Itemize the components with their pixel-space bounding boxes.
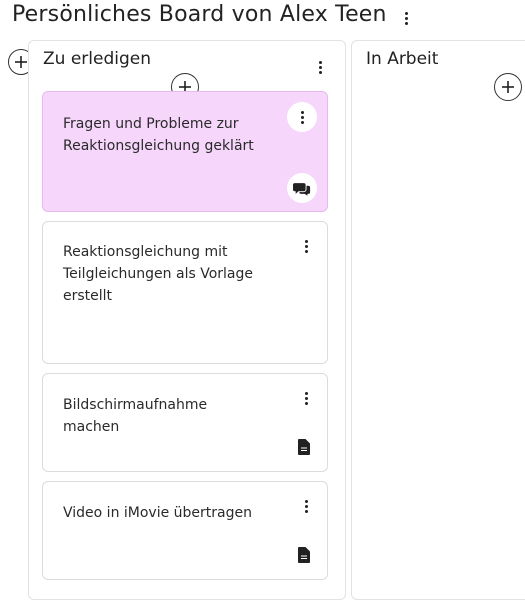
column-in-progress: In Arbeit (351, 40, 525, 600)
card[interactable]: Video in iMovie übertragen (42, 481, 328, 580)
board-menu-button[interactable] (398, 8, 414, 28)
card-menu-button[interactable] (299, 497, 313, 515)
comments-icon[interactable] (287, 173, 317, 203)
plus-icon (502, 81, 514, 93)
plus-icon (15, 56, 27, 68)
card-text: Fragen und Probleme zur Reaktionsgleichu… (63, 116, 254, 154)
column-title: Zu erledigen (43, 49, 151, 69)
file-icon (298, 547, 310, 563)
board-title: Persönliches Board von Alex Teen (12, 2, 387, 27)
card[interactable]: Fragen und Probleme zur Reaktionsgleichu… (42, 91, 328, 212)
file-icon (298, 439, 310, 455)
column-menu-button[interactable] (313, 58, 327, 76)
card[interactable]: Bildschirmaufnahme machen (42, 373, 328, 472)
card-menu-button[interactable] (299, 237, 313, 255)
card-text: Reaktionsgleichung mit Teilgleichungen a… (63, 244, 253, 304)
card-menu-button[interactable] (299, 389, 313, 407)
card-text: Video in iMovie übertragen (63, 505, 252, 521)
add-card-button[interactable] (494, 73, 522, 101)
card-text: Bildschirmaufnahme machen (63, 397, 208, 435)
card[interactable]: Reaktionsgleichung mit Teilgleichungen a… (42, 221, 328, 364)
card-menu-button[interactable] (287, 102, 317, 132)
column-title: In Arbeit (366, 49, 439, 69)
